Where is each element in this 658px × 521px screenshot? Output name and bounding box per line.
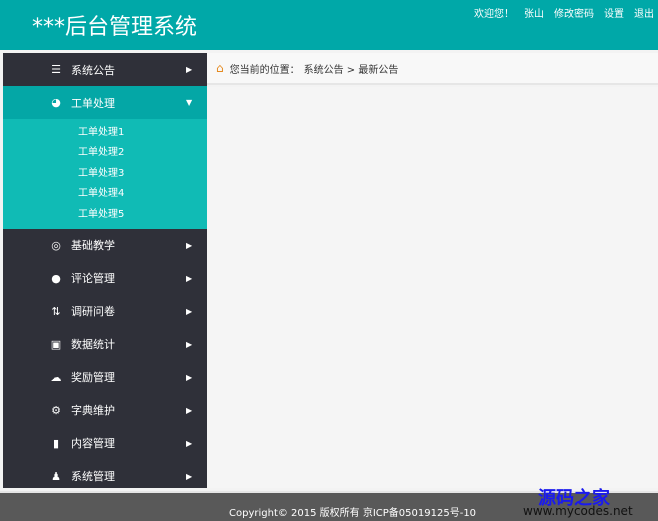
- sidebar-item-label: 奖励管理: [71, 371, 115, 385]
- app-title: ***后台管理系统: [32, 15, 198, 40]
- copyright-text: Copyright© 2015 版权所有 京ICP备05019125号-10: [229, 508, 477, 519]
- caret-right-icon: ▶: [186, 471, 193, 481]
- breadcrumb-path[interactable]: 系统公告 > 最新公告: [304, 61, 399, 76]
- notebook-icon: ▮: [52, 436, 60, 450]
- breadcrumb: ⌂ 您当前的位置： 系统公告 > 最新公告: [207, 53, 658, 85]
- sidebar-item-4[interactable]: ⇅ 调研问卷 ▶: [3, 295, 207, 328]
- breadcrumb-prefix: 您当前的位置：: [229, 64, 300, 76]
- app-icon: ●: [51, 271, 61, 285]
- submenu-item[interactable]: 工单处理5: [3, 205, 207, 225]
- caret-right-icon: ▶: [186, 372, 193, 382]
- chart-circle-icon: ◕: [51, 96, 61, 109]
- sidebar-item-label: 字典维护: [71, 404, 115, 418]
- gear-icon: ⚙: [51, 403, 61, 417]
- sidebar-item-label: 数据统计: [71, 338, 115, 352]
- sort-arrows-icon: ⇅: [51, 304, 61, 318]
- submenu: 工单处理1 工单处理2 工单处理3 工单处理4 工单处理5: [3, 119, 207, 229]
- caret-right-icon: ▶: [186, 306, 193, 316]
- caret-right-icon: ▶: [186, 438, 193, 448]
- main-content: [207, 87, 658, 488]
- watermark-url: www.mycodes.net: [523, 504, 633, 518]
- sidebar: ☰ 系统公告 ▶ ◕ 工单处理 ▼ 工单处理1 工单处理2 工单处理3 工单处理4 工单处理5 ◎ 基础…: [3, 53, 207, 488]
- caret-right-icon: ▶: [186, 405, 193, 415]
- welcome-text: 欢迎您！: [474, 9, 514, 20]
- sidebar-item-6[interactable]: ☁ 奖励管理 ▶: [3, 361, 207, 394]
- sidebar-item-2[interactable]: ◎ 基础教学 ▶: [3, 229, 207, 262]
- sidebar-item-label: 系统管理: [71, 470, 115, 484]
- user-name-link[interactable]: 张山: [524, 5, 544, 20]
- target-icon: ◎: [51, 238, 61, 252]
- stack-icon: ☰: [51, 63, 61, 76]
- submenu-item[interactable]: 工单处理1: [3, 123, 207, 143]
- sidebar-item-3[interactable]: ● 评论管理 ▶: [3, 262, 207, 295]
- caret-down-icon: ▼: [186, 98, 193, 107]
- submenu-item[interactable]: 工单处理2: [3, 143, 207, 163]
- change-password-link[interactable]: 修改密码: [554, 5, 594, 20]
- caret-right-icon: ▶: [186, 240, 193, 250]
- sidebar-item-8[interactable]: ▮ 内容管理 ▶: [3, 427, 207, 460]
- submenu-item[interactable]: 工单处理3: [3, 164, 207, 184]
- sidebar-item-7[interactable]: ⚙ 字典维护 ▶: [3, 394, 207, 427]
- sidebar-item-0[interactable]: ☰ 系统公告 ▶: [3, 53, 207, 86]
- caret-right-icon: ▶: [186, 273, 193, 283]
- user-gear-icon: ♟: [51, 469, 61, 483]
- header: ***后台管理系统 欢迎您！ 张山 修改密码 设置 退出: [0, 0, 658, 50]
- sidebar-item-1[interactable]: ◕ 工单处理 ▼: [3, 86, 207, 119]
- caret-right-icon: ▶: [186, 339, 193, 349]
- sidebar-item-9[interactable]: ♟ 系统管理 ▶: [3, 460, 207, 493]
- submenu-item[interactable]: 工单处理4: [3, 184, 207, 204]
- sidebar-item-label: 基础教学: [71, 239, 115, 253]
- settings-link[interactable]: 设置: [604, 5, 624, 20]
- sidebar-item-label: 工单处理: [71, 96, 115, 110]
- cloud-icon: ☁: [50, 370, 62, 384]
- caret-right-icon: ▶: [186, 65, 193, 74]
- sidebar-item-5[interactable]: ▣ 数据统计 ▶: [3, 328, 207, 361]
- home-icon[interactable]: ⌂: [216, 61, 224, 75]
- sidebar-item-label: 评论管理: [71, 272, 115, 286]
- logout-link[interactable]: 退出: [634, 5, 654, 20]
- monitor-icon: ▣: [50, 337, 62, 351]
- footer: Copyright© 2015 版权所有 京ICP备05019125号-10 源…: [0, 488, 658, 521]
- top-nav: 欢迎您！ 张山 修改密码 设置 退出: [474, 5, 654, 20]
- sidebar-item-label: 内容管理: [71, 437, 115, 451]
- sidebar-item-label: 调研问卷: [71, 305, 115, 319]
- sidebar-item-label: 系统公告: [71, 63, 115, 77]
